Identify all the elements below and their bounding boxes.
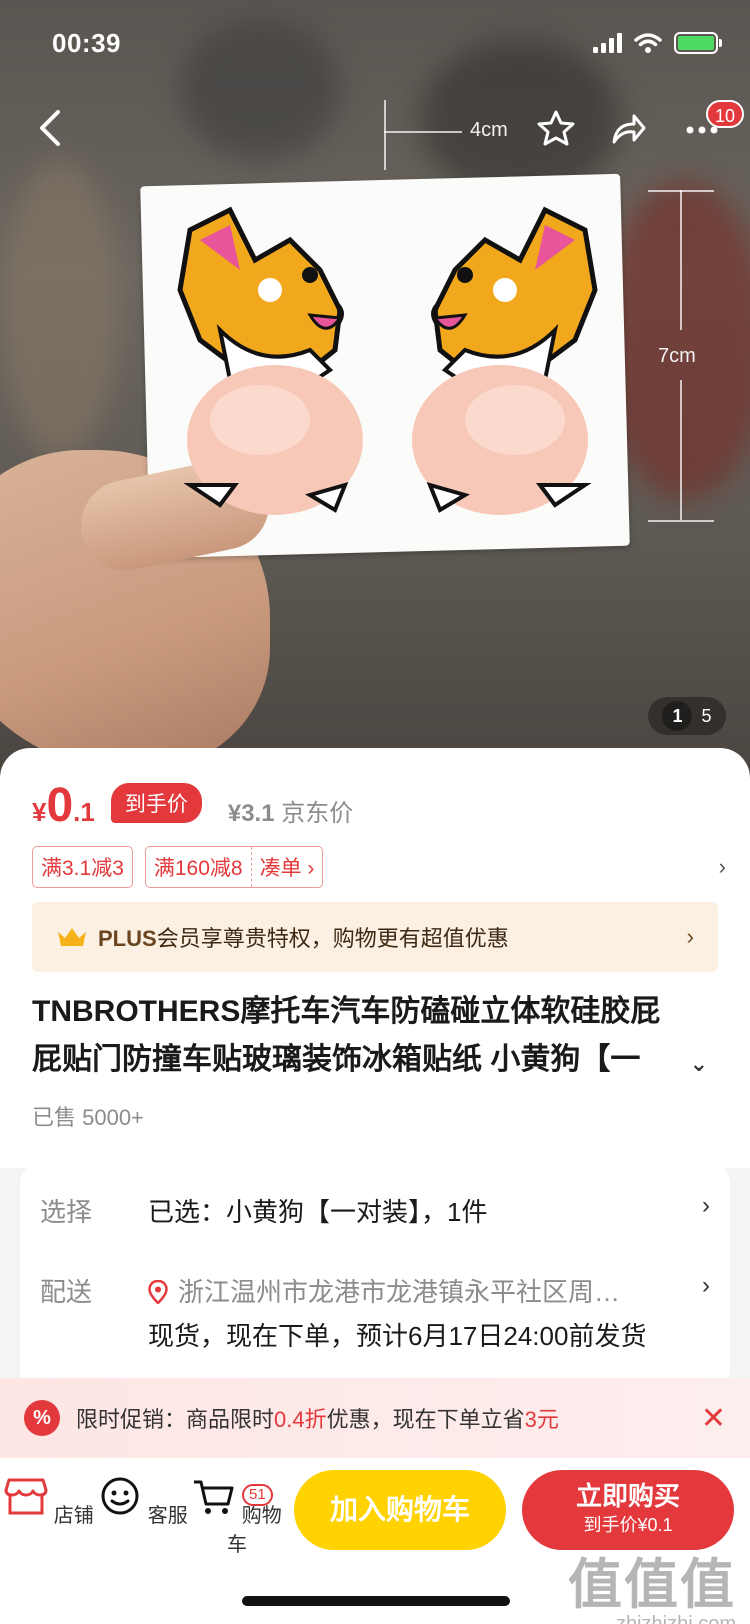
selection-label: 选择 xyxy=(40,1197,93,1227)
delivery-address: 浙江温州市龙港市龙港镇永平社区周… xyxy=(148,1272,620,1309)
image-counter-total: 5 xyxy=(701,705,712,726)
delivery-label: 配送 xyxy=(40,1277,93,1307)
delivery-note: 现货，现在下单，预计6月17日24:00前发货 xyxy=(148,1321,647,1351)
expand-chevron-icon[interactable]: ⌄ xyxy=(690,1040,708,1088)
selection-value: 已选：小黄狗【一对装】，1件 xyxy=(148,1197,488,1227)
dimension-line-height xyxy=(680,190,682,330)
image-counter: 1 5 xyxy=(648,697,726,735)
buy-now-price: 到手价¥0.1 xyxy=(583,1515,673,1535)
product-image-gallery[interactable]: 4cm 7cm 00:39 10 1 5 xyxy=(0,0,750,780)
cart-icon xyxy=(194,1480,234,1514)
dimension-height-label: 7cm xyxy=(658,345,696,367)
promo-text: 限时促销：商品限时0.4折优惠，现在下单立省3元 xyxy=(76,1402,559,1434)
product-info-panel: ¥ 0 .1 到手价 ¥3.1 京东价 满3.1减3 满160减8 凑单 › ›… xyxy=(0,748,750,1168)
customer-service-icon xyxy=(101,1477,139,1515)
sold-count: 已售 5000+ xyxy=(32,1105,144,1130)
chevron-right-icon: › xyxy=(702,1272,710,1299)
coupon-action-label: 凑单 xyxy=(259,857,302,880)
promo-saving: 3元 xyxy=(524,1407,559,1432)
favorite-star-icon[interactable] xyxy=(536,108,576,148)
promo-mid: 优惠，现在下单立省 xyxy=(326,1407,525,1432)
dimension-line-width xyxy=(384,131,462,133)
buy-now-label: 立即购买 xyxy=(575,1481,680,1511)
promo-discount: 0.4折 xyxy=(274,1407,327,1432)
product-title-line2: 屁贴门防撞车贴玻璃装饰冰箱贴纸 小黄狗【一 xyxy=(32,1043,641,1076)
product-title[interactable]: TNBROTHERS摩托车汽车防磕碰立体软硅胶屁 屁贴门防撞车贴玻璃装饰冰箱贴纸… xyxy=(32,988,712,1084)
add-to-cart-button[interactable]: 加入购物车 xyxy=(294,1470,506,1550)
dimension-tick xyxy=(648,520,714,522)
cart-button[interactable]: 51 购物车 xyxy=(192,1476,282,1557)
options-card: 选择 已选：小黄狗【一对装】，1件 › 配送 浙江温州市龙港市龙港镇永平社区周…… xyxy=(20,1162,730,1392)
price-symbol: ¥ xyxy=(32,797,47,827)
dimension-width-label: 4cm xyxy=(470,119,508,141)
buy-now-button[interactable]: 立即购买 到手价¥0.1 xyxy=(522,1470,734,1550)
coupon-row[interactable]: 满3.1减3 满160减8 凑单 › › xyxy=(32,846,726,888)
site-watermark: 值值值 zhizhizhi.com xyxy=(568,1540,736,1624)
watermark-logo: 值值值 xyxy=(568,1555,736,1615)
jd-price-label: 京东价 xyxy=(281,800,354,827)
customer-service-label: 客服 xyxy=(147,1505,188,1527)
chevron-right-icon: › xyxy=(686,924,694,949)
final-price-tag: 到手价 xyxy=(110,783,202,823)
coupon-action[interactable]: 凑单 › xyxy=(250,847,323,887)
home-indicator[interactable] xyxy=(242,1596,510,1606)
image-counter-current: 1 xyxy=(662,701,693,731)
back-icon[interactable] xyxy=(36,108,64,148)
jd-price-value: ¥3.1 xyxy=(227,800,275,827)
promo-banner[interactable]: % 限时促销：商品限时0.4折优惠，现在下单立省3元 ✕ xyxy=(0,1378,750,1458)
chevron-right-icon: › xyxy=(702,1192,710,1219)
background-chair xyxy=(180,20,340,160)
jd-price: ¥3.1 京东价 xyxy=(228,793,353,828)
discount-percent-icon: % xyxy=(24,1400,60,1436)
product-title-line1: TNBROTHERS摩托车汽车防磕碰立体软硅胶屁 xyxy=(32,995,661,1028)
price-integer: 0 xyxy=(46,779,74,832)
location-pin-icon xyxy=(148,1280,168,1304)
chevron-right-icon[interactable]: › xyxy=(719,854,726,880)
corgi-sticker-left xyxy=(177,206,363,515)
price-row: ¥ 0 .1 到手价 ¥3.1 京东价 xyxy=(32,778,353,833)
plus-description: 会员享尊贵特权，购物更有超值优惠 xyxy=(156,926,509,951)
store-label: 店铺 xyxy=(53,1505,94,1527)
coupon-tag[interactable]: 满3.1减3 xyxy=(32,846,133,888)
customer-service-button[interactable]: 客服 xyxy=(98,1476,188,1528)
plus-label: PLUS xyxy=(98,926,157,951)
dimension-tick xyxy=(384,100,386,170)
message-badge: 10 xyxy=(706,100,745,128)
dimension-line-height-lower xyxy=(680,380,682,520)
plus-text: PLUS会员享尊贵特权，购物更有超值优惠 xyxy=(98,921,509,953)
promo-prefix: 限时促销：商品限时 xyxy=(76,1407,275,1432)
wifi-icon xyxy=(634,33,662,53)
coupon-tag-with-action[interactable]: 满160减8 凑单 › xyxy=(144,846,324,888)
store-icon xyxy=(4,1478,48,1515)
cart-count-badge: 51 xyxy=(242,1484,273,1506)
dimension-tick xyxy=(648,190,714,192)
status-time: 00:39 xyxy=(52,28,121,58)
background-wall xyxy=(0,160,120,460)
signal-icon xyxy=(593,33,622,53)
share-icon[interactable] xyxy=(608,108,648,148)
crown-icon xyxy=(58,928,86,946)
status-icons xyxy=(593,32,722,54)
battery-icon xyxy=(674,32,722,54)
close-icon[interactable]: ✕ xyxy=(701,1401,726,1436)
price-decimal: .1 xyxy=(73,797,95,827)
plus-member-banner[interactable]: PLUS会员享尊贵特权，购物更有超值优惠 › xyxy=(32,902,718,972)
store-button[interactable]: 店铺 xyxy=(4,1476,94,1528)
corgi-sticker-right xyxy=(412,206,598,515)
coupon-tag-label: 满160减8 xyxy=(153,857,243,880)
delivery-address-text: 浙江温州市龙港市龙港镇永平社区周… xyxy=(178,1277,621,1307)
